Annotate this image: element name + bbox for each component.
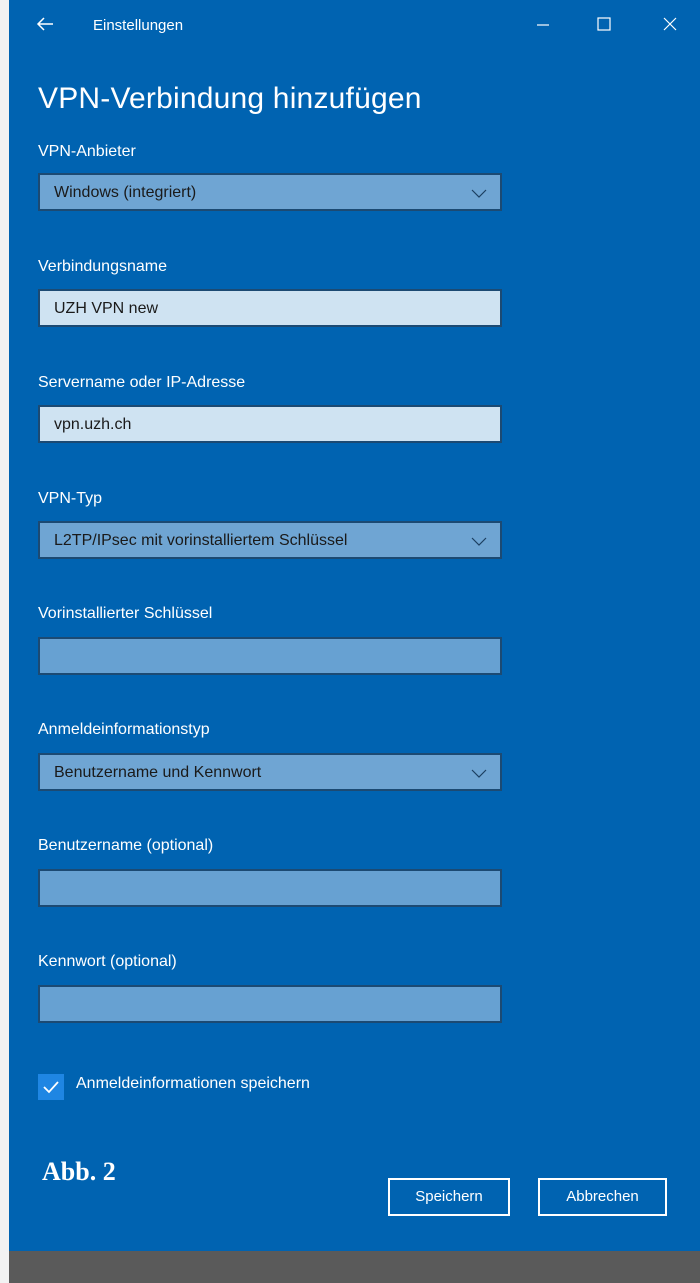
server-input[interactable]: vpn.uzh.ch bbox=[38, 405, 502, 443]
password-label: Kennwort (optional) bbox=[38, 953, 177, 970]
settings-window: Einstellungen VPN-Verbindung hinzufügen … bbox=[9, 0, 700, 1283]
chevron-down-icon bbox=[470, 186, 488, 198]
connection-name-value: UZH VPN new bbox=[54, 300, 159, 317]
vpn-type-dropdown[interactable]: L2TP/IPsec mit vorinstalliertem Schlüsse… bbox=[38, 521, 502, 559]
maximize-icon[interactable] bbox=[592, 12, 616, 36]
signin-type-value: Benutzername und Kennwort bbox=[54, 764, 262, 781]
window-title: Einstellungen bbox=[93, 17, 184, 34]
connection-name-label: Verbindungsname bbox=[38, 258, 167, 275]
provider-value: Windows (integriert) bbox=[54, 184, 197, 201]
server-label: Servername oder IP-Adresse bbox=[38, 374, 246, 391]
close-icon[interactable] bbox=[658, 12, 682, 36]
title-bar: Einstellungen bbox=[9, 0, 700, 50]
vpn-type-label: VPN-Typ bbox=[38, 490, 103, 507]
cancel-button[interactable]: Abbrechen bbox=[538, 1178, 667, 1216]
username-input[interactable] bbox=[38, 869, 502, 907]
remember-label[interactable]: Anmeldeinformationen speichern bbox=[76, 1075, 310, 1093]
remember-checkbox[interactable] bbox=[38, 1074, 64, 1100]
provider-label: VPN-Anbieter bbox=[38, 143, 136, 160]
preshared-key-label: Vorinstallierter Schlüssel bbox=[38, 605, 213, 622]
page-title: VPN-Verbindung hinzufügen bbox=[38, 82, 422, 115]
server-value: vpn.uzh.ch bbox=[54, 416, 132, 433]
preshared-key-input[interactable] bbox=[38, 637, 502, 675]
connection-name-input[interactable]: UZH VPN new bbox=[38, 289, 502, 327]
minimize-icon[interactable] bbox=[531, 12, 555, 36]
signin-type-dropdown[interactable]: Benutzername und Kennwort bbox=[38, 753, 502, 791]
password-input[interactable] bbox=[38, 985, 502, 1023]
provider-dropdown[interactable]: Windows (integriert) bbox=[38, 173, 502, 211]
signin-type-label: Anmeldeinformationstyp bbox=[38, 721, 210, 738]
username-label: Benutzername (optional) bbox=[38, 837, 214, 854]
figure-annotation: Abb. 2 bbox=[42, 1157, 116, 1186]
background-strip bbox=[0, 0, 9, 1283]
vpn-type-value: L2TP/IPsec mit vorinstalliertem Schlüsse… bbox=[54, 532, 348, 549]
arrow-left-icon[interactable] bbox=[33, 12, 57, 36]
checkmark-icon bbox=[43, 1081, 59, 1094]
save-button[interactable]: Speichern bbox=[388, 1178, 510, 1216]
chevron-down-icon bbox=[470, 766, 488, 778]
chevron-down-icon bbox=[470, 534, 488, 546]
bottom-bar bbox=[9, 1251, 700, 1283]
